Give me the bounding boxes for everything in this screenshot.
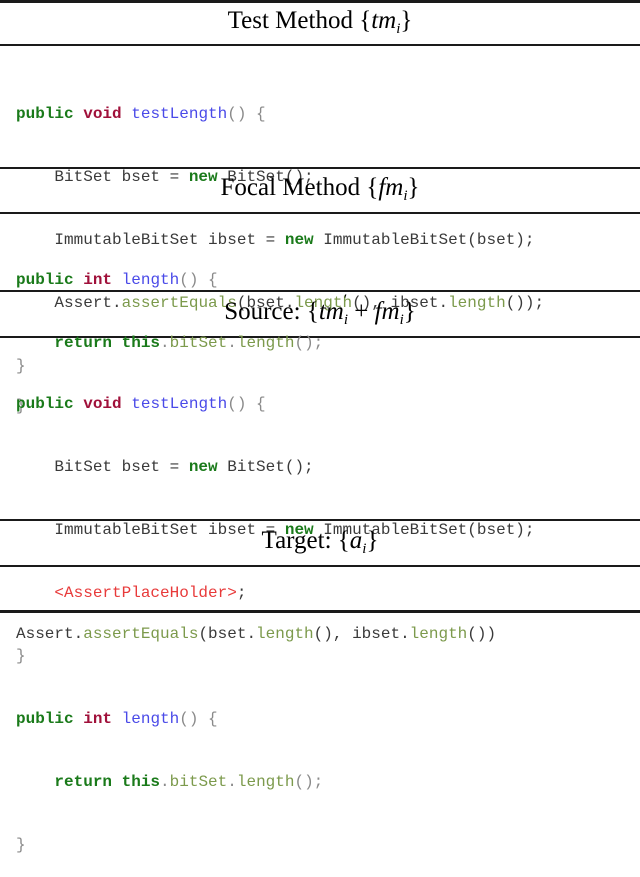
open-brace: {	[306, 298, 319, 325]
code-line: public void testLength() {	[16, 104, 544, 125]
source-heading: Source: {tm ′ i + fmi}	[0, 292, 640, 329]
method-name: length	[121, 710, 180, 728]
punctuation: .	[160, 334, 170, 352]
open-brace: {	[359, 7, 372, 34]
top-rule	[0, 0, 640, 3]
code-line: BitSet bset = new BitSet();	[16, 457, 535, 478]
focal-method-heading: Focal Method {fmi}	[0, 174, 640, 205]
close-brace: }	[400, 7, 413, 34]
punctuation: () {	[227, 105, 266, 123]
math-symbol: fm	[378, 174, 404, 201]
punctuation: .	[160, 773, 170, 791]
punctuation: () {	[179, 710, 218, 728]
heading-label: Source:	[224, 298, 307, 325]
math-symbol: tm	[318, 298, 344, 325]
heading-label: Test Method	[227, 7, 360, 34]
keyword-public: public	[16, 395, 74, 413]
math-symbol: tm	[371, 7, 397, 34]
heading-label: Target:	[261, 527, 338, 554]
math-subscript: i	[343, 312, 348, 328]
math-symbol: a	[349, 527, 363, 554]
keyword-void: void	[83, 105, 122, 123]
open-brace: {	[366, 174, 379, 201]
method-call: length	[236, 334, 295, 352]
code-text: ImmutableBitSet(bset);	[313, 231, 535, 249]
close-brace: }	[403, 298, 416, 325]
method-call: length	[409, 625, 468, 643]
target-heading: Target: {ai}	[0, 527, 640, 558]
code-text: BitSet bset =	[16, 458, 189, 476]
math-prime: ′	[343, 292, 348, 308]
punctuation: () {	[179, 271, 218, 289]
method-name: testLength	[131, 105, 228, 123]
keyword-return: return	[54, 773, 113, 791]
code-line: public void testLength() {	[16, 394, 535, 415]
punctuation: () {	[227, 395, 266, 413]
keyword-this: this	[121, 773, 161, 791]
code-text: BitSet();	[217, 458, 314, 476]
test-method-header-rule	[0, 44, 640, 46]
code-line: return this.bitSet.length();	[16, 333, 323, 354]
field-name: bitSet	[169, 334, 228, 352]
math-plus: +	[348, 298, 375, 325]
heading-label: Focal Method	[220, 174, 367, 201]
code-line: }	[16, 836, 26, 854]
code-text: ())	[467, 625, 497, 643]
keyword-new: new	[188, 458, 218, 476]
code-line: public int length() {	[16, 709, 535, 730]
keyword-int: int	[83, 271, 113, 289]
open-brace: {	[337, 527, 350, 554]
keyword-public: public	[16, 710, 74, 728]
keyword-return: return	[54, 334, 113, 352]
keyword-public: public	[16, 105, 74, 123]
math-symbol: fm	[374, 298, 400, 325]
punctuation: ();	[294, 334, 324, 352]
code-line: return this.bitSet.length();	[16, 772, 535, 793]
target-code: Assert.assertEquals(bset.length(), ibset…	[16, 582, 496, 666]
method-call: length	[256, 625, 314, 643]
close-brace: }	[407, 174, 420, 201]
close-brace: }	[366, 527, 379, 554]
test-method-heading: Test Method {tmi}	[0, 7, 640, 38]
keyword-int: int	[83, 710, 113, 728]
code-line: public int length() {	[16, 270, 323, 291]
field-name: bitSet	[169, 773, 228, 791]
code-text: (bset.	[198, 625, 257, 643]
keyword-this: this	[121, 334, 161, 352]
code-line: Assert.assertEquals(bset.length(), ibset…	[16, 624, 496, 645]
code-text: (), ibset.	[313, 625, 410, 643]
punctuation: .	[227, 773, 237, 791]
method-call: assertEquals	[83, 625, 199, 643]
punctuation: .	[227, 334, 237, 352]
keyword-void: void	[83, 395, 122, 413]
punctuation: ();	[294, 773, 324, 791]
keyword-public: public	[16, 271, 74, 289]
method-call: length	[236, 773, 295, 791]
method-name: length	[121, 271, 180, 289]
code-text: Assert.	[16, 625, 84, 643]
method-name: testLength	[131, 395, 228, 413]
